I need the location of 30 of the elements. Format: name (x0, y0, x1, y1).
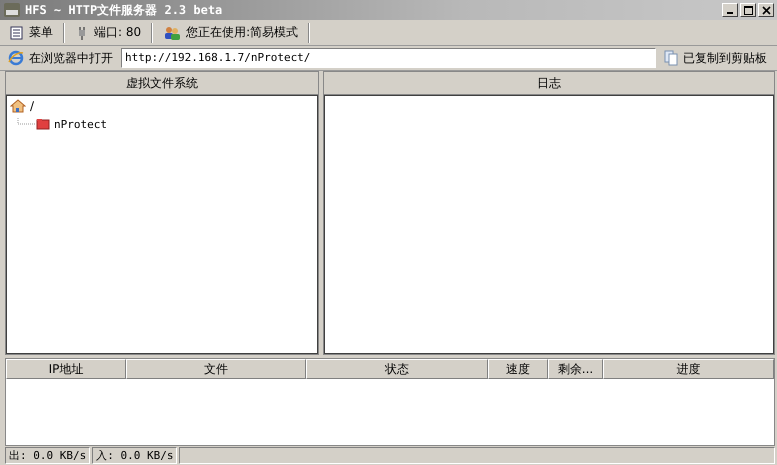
maximize-button[interactable] (740, 3, 756, 17)
open-in-browser-button[interactable]: 在浏览器中打开 (2, 48, 119, 68)
menu-icon (10, 26, 24, 40)
users-icon (163, 26, 182, 40)
copy-icon (664, 50, 678, 66)
column-header[interactable]: 速度 (488, 359, 548, 379)
folder-icon (36, 118, 50, 130)
column-header[interactable]: 剩余... (548, 359, 603, 379)
menu-button[interactable]: 菜单 (4, 22, 59, 43)
mode-button[interactable]: 您正在使用:简易模式 (157, 22, 304, 43)
home-icon (10, 99, 26, 113)
minimize-icon (727, 12, 733, 14)
url-field[interactable]: http://192.168.1.7/nProtect/ (121, 48, 656, 68)
column-header[interactable]: 文件 (126, 359, 306, 379)
port-button[interactable]: 端口: 80 (69, 22, 148, 43)
column-header[interactable]: 状态 (306, 359, 488, 379)
maximize-icon (744, 6, 752, 14)
minimize-button[interactable] (722, 3, 738, 17)
column-header[interactable]: 进度 (603, 359, 774, 379)
copy-button[interactable]: 已复制到剪贴板 (658, 48, 775, 68)
status-text: 出: 0.0 KB/s (5, 447, 90, 464)
tree-item[interactable]: / (10, 98, 34, 114)
close-icon (762, 6, 770, 14)
tree-item[interactable]: nProtect (36, 116, 107, 132)
status-text: 入: 0.0 KB/s (92, 447, 178, 464)
window-title: HFS ~ HTTP文件服务器 2.3 beta (25, 2, 222, 18)
column-header[interactable]: IP地址 (6, 359, 126, 379)
app-icon (3, 2, 21, 18)
browser-icon (8, 50, 24, 66)
close-button[interactable] (758, 3, 774, 17)
